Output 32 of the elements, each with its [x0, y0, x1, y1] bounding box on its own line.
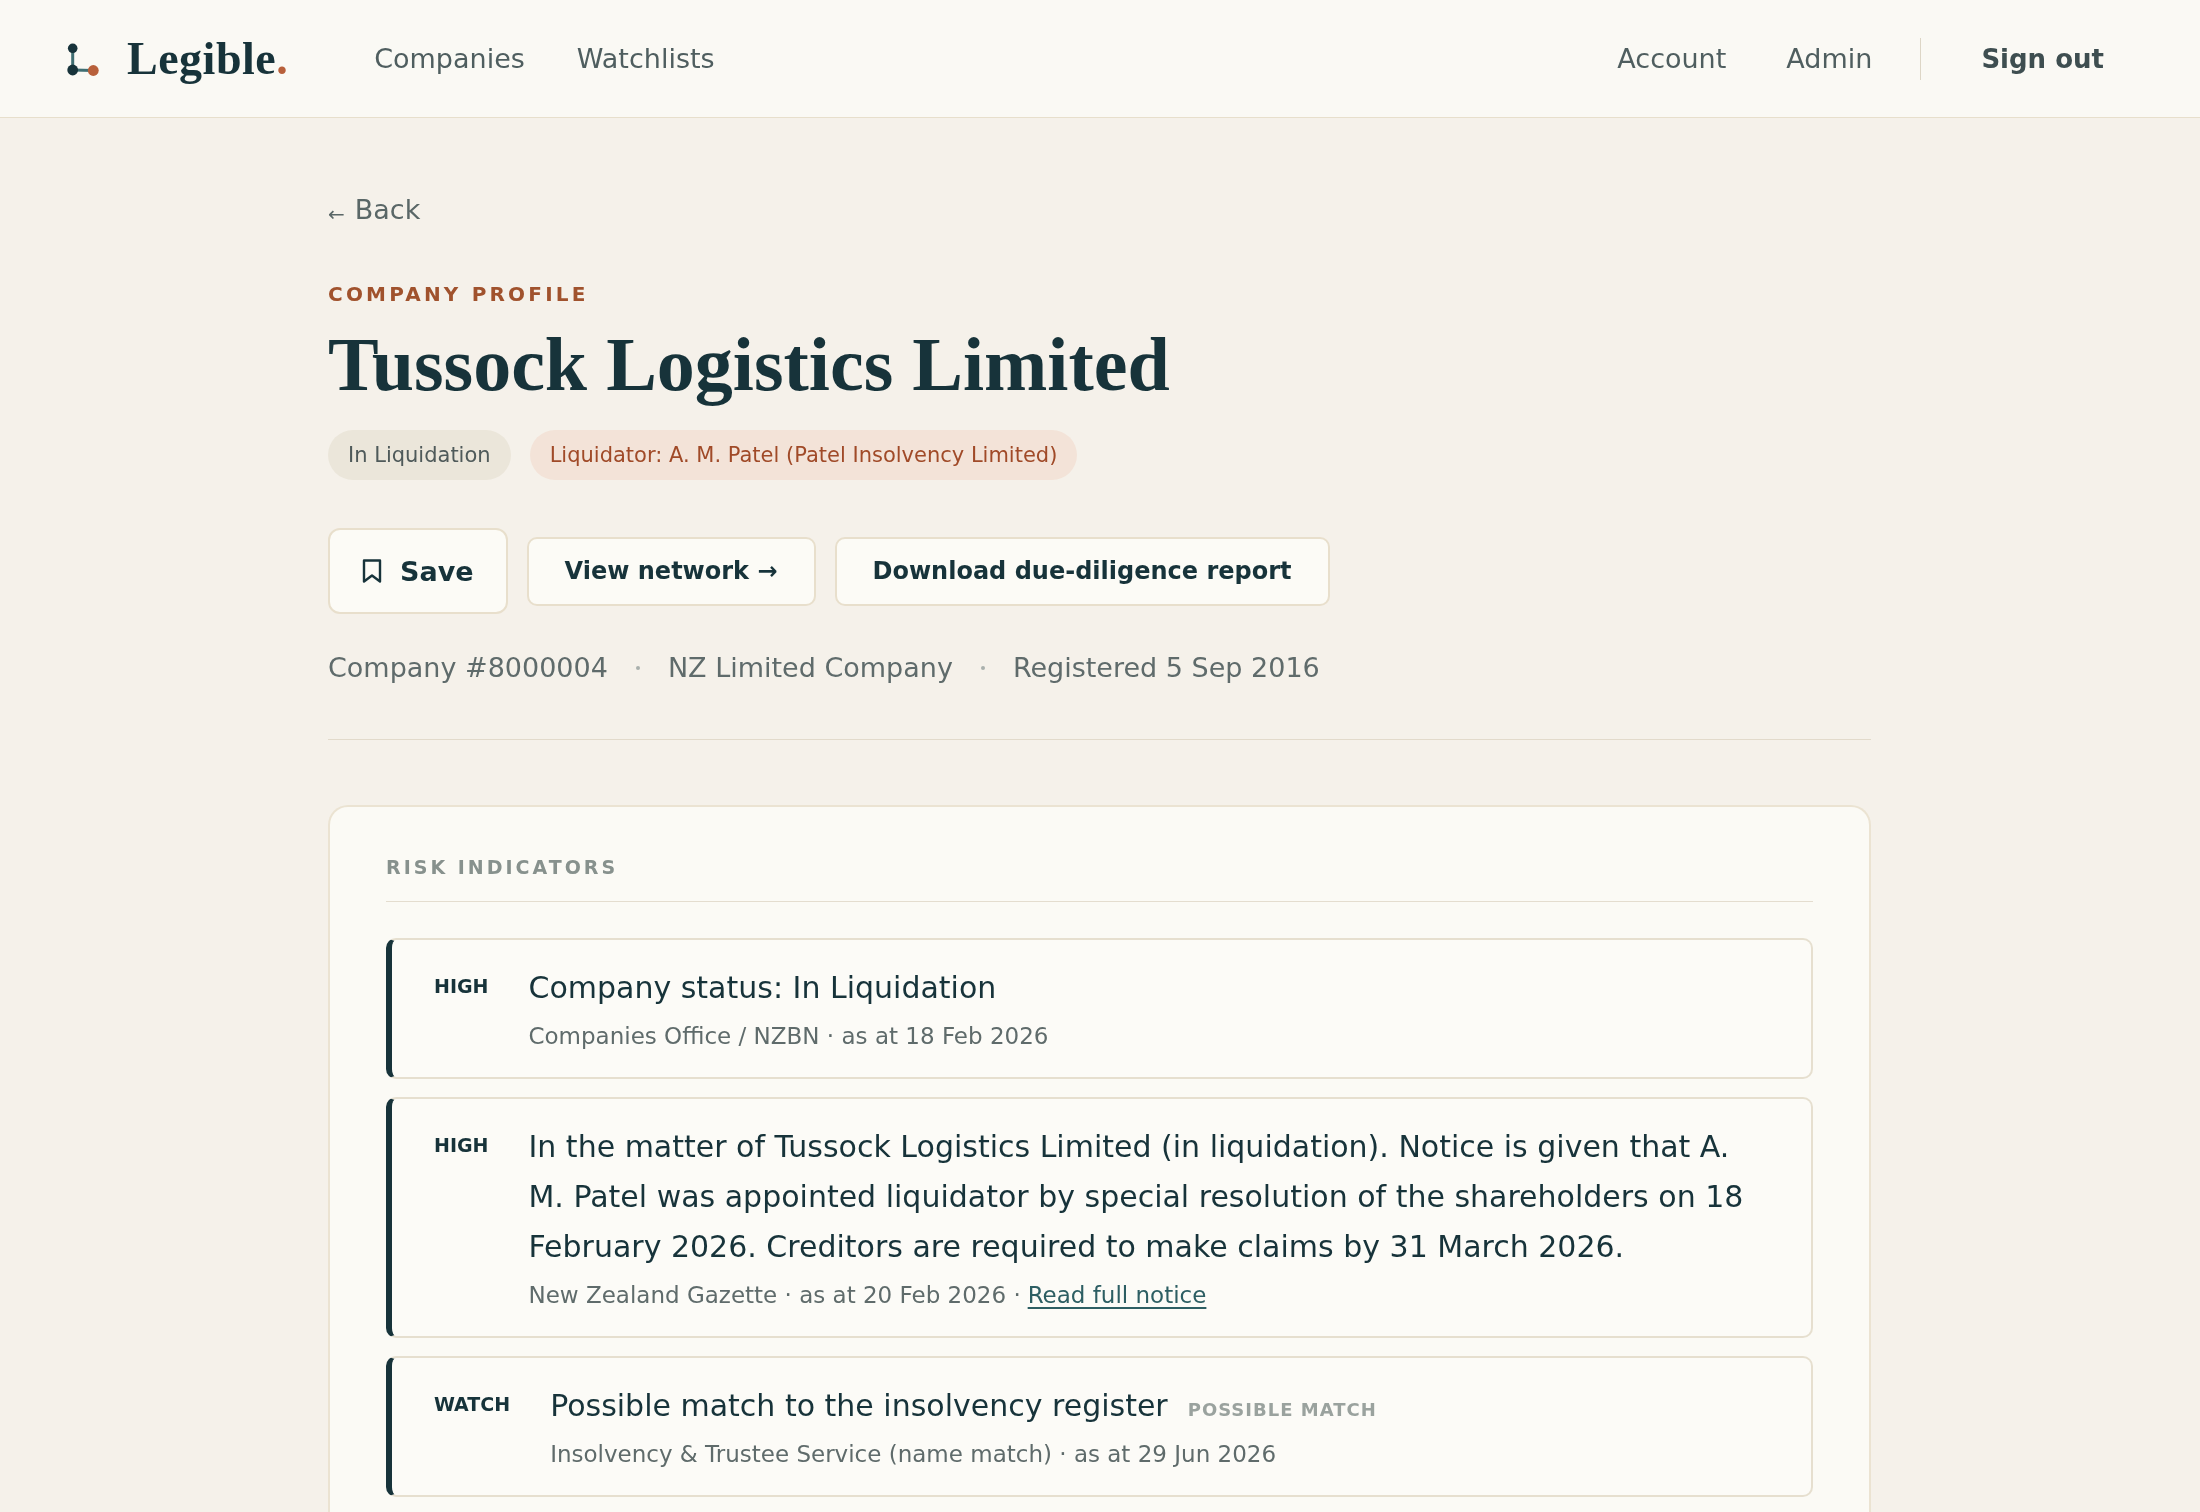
section-label: COMPANY PROFILE: [328, 281, 589, 308]
logo-wordmark[interactable]: Legible.: [127, 30, 289, 87]
logo-icon[interactable]: [66, 41, 99, 76]
severity-label: HIGH: [434, 974, 489, 999]
risk-title: Company status: In Liquidation: [528, 969, 997, 1007]
risk-source: Companies Office / NZBN · as at 18 Feb 2026: [528, 1022, 1050, 1051]
view-network-button[interactable]: View network →: [526, 536, 816, 606]
read-notice-link[interactable]: Read full notice: [1027, 1282, 1207, 1308]
liquidator-badge: Liquidator: A. M. Patel (Patel Insolvency Limited): [529, 430, 1078, 480]
risk-source: Insolvency & Trustee Service (name match) · as at 29 Jun 2026: [550, 1440, 1278, 1469]
company-name-title: Tussock Logistics Limited: [328, 321, 1170, 408]
sign-out-link[interactable]: Sign out: [1981, 38, 2104, 79]
risk-title: Possible match to the insolvency register: [550, 1387, 1168, 1425]
save-button[interactable]: Save: [328, 528, 508, 614]
separator-dot-icon: [980, 666, 985, 670]
risk-source: New Zealand Gazette · as at 20 Feb 2026 · Read full notice: [528, 1281, 1208, 1310]
match-tag: POSSIBLE MATCH: [1187, 1399, 1377, 1420]
company-fact: Company #8000004: [328, 651, 608, 685]
nav-link[interactable]: Watchlists: [576, 38, 715, 79]
nav-link[interactable]: Account: [1617, 38, 1727, 79]
nav-link[interactable]: Admin: [1786, 38, 1873, 79]
risk-title: In the matter of Tussock Logistics Limited (in liquidation). Notice is given that A. M. Patel was appointed liquidator by special resolution of the shareholders on 18 February 2026. Creditors are required to make claims by 31 March 2026.: [528, 1128, 1745, 1266]
severity-label: WATCH: [434, 1392, 511, 1417]
download-report-button[interactable]: Download due-diligence report: [834, 536, 1330, 606]
company-fact: NZ Limited Company: [667, 651, 953, 685]
severity-label: HIGH: [434, 1133, 489, 1158]
back-link[interactable]: ← Back: [328, 193, 421, 229]
status-badge: In Liquidation: [328, 430, 511, 480]
nav-link[interactable]: Companies: [374, 38, 525, 79]
section-heading: RISK INDICATORS: [386, 855, 620, 880]
separator-dot-icon: [635, 666, 640, 670]
company-fact: Registered 5 Sep 2016: [1012, 651, 1320, 685]
